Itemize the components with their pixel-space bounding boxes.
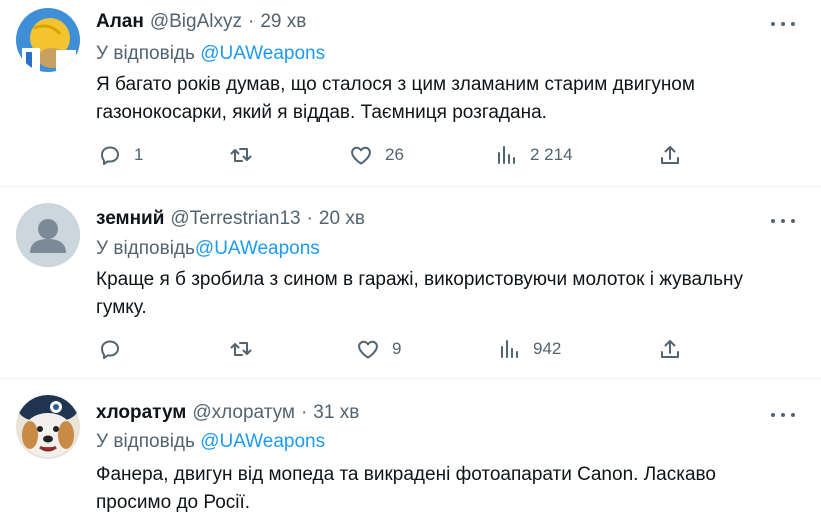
avatar[interactable] bbox=[16, 395, 80, 459]
share-button[interactable] bbox=[658, 337, 682, 361]
views-icon bbox=[498, 146, 515, 164]
retweet-button[interactable] bbox=[229, 143, 253, 167]
timestamp[interactable]: 20 хв bbox=[319, 208, 365, 230]
tweet-text: Фанера, двигун від мопеда та викрадені ф… bbox=[96, 464, 716, 513]
views-button[interactable]: 2 214 bbox=[494, 143, 573, 167]
author-name[interactable]: земний bbox=[96, 208, 164, 230]
share-icon bbox=[661, 146, 679, 164]
views-button[interactable]: 942 bbox=[497, 337, 561, 361]
reply-mention-link[interactable]: @UAWeapons bbox=[195, 238, 320, 259]
reply-count: 1 bbox=[134, 145, 144, 164]
author-name[interactable]: хлоратум bbox=[96, 402, 186, 424]
retweet-icon bbox=[230, 342, 252, 356]
heart-icon bbox=[351, 146, 371, 165]
reply-context: У відповідь @UAWeapons bbox=[96, 43, 325, 65]
views-icon bbox=[501, 340, 518, 358]
author-handle[interactable]: @хлоратум bbox=[192, 402, 295, 424]
reply-prefix: У відповідь bbox=[96, 238, 195, 259]
share-icon bbox=[661, 340, 679, 358]
reply-icon bbox=[101, 340, 119, 359]
like-count: 9 bbox=[392, 339, 402, 358]
tweet-text: Я багато років думав, що сталося з цим з… bbox=[96, 74, 695, 123]
reply-icon bbox=[101, 146, 119, 165]
avatar-image bbox=[16, 395, 80, 459]
tweet[interactable]: хлоратум @хлоратум · 31 хв У відповідь @… bbox=[0, 379, 821, 527]
author-name[interactable]: Алан bbox=[96, 11, 144, 33]
reply-mention-link[interactable]: @UAWeapons bbox=[200, 43, 325, 64]
reply-mention-link[interactable]: @UAWeapons bbox=[200, 431, 325, 452]
tweet-header: Алан @BigAlxyz · 29 хв bbox=[96, 11, 306, 33]
reply-context: У відповідь@UAWeapons bbox=[96, 238, 320, 260]
like-count: 26 bbox=[385, 145, 404, 164]
reply-prefix: У відповідь bbox=[96, 43, 195, 64]
like-button[interactable]: 9 bbox=[356, 337, 401, 361]
author-handle[interactable]: @Terrestrian13 bbox=[170, 208, 300, 230]
retweet-button[interactable] bbox=[229, 337, 253, 361]
reply-prefix: У відповідь bbox=[96, 431, 195, 452]
tweet-text: Краще я б зробила з сином в гаражі, вико… bbox=[96, 269, 744, 318]
tweet[interactable]: земний @Terrestrian13 · 20 хв У відповід… bbox=[0, 187, 821, 377]
avatar[interactable] bbox=[16, 203, 80, 267]
separator: · bbox=[248, 11, 255, 32]
tweet-header: хлоратум @хлоратум · 31 хв bbox=[96, 402, 359, 424]
share-button[interactable] bbox=[658, 143, 682, 167]
timestamp[interactable]: 29 хв bbox=[260, 11, 306, 33]
heart-icon bbox=[358, 340, 378, 359]
default-avatar-icon bbox=[16, 203, 80, 267]
tweet[interactable]: Алан @BigAlxyz · 29 хв У відповідь @UAWe… bbox=[0, 0, 821, 186]
more-icon[interactable] bbox=[771, 20, 795, 28]
retweet-icon bbox=[230, 148, 252, 162]
reply-button[interactable] bbox=[98, 337, 122, 361]
reply-context: У відповідь @UAWeapons bbox=[96, 431, 325, 453]
tweet-header: земний @Terrestrian13 · 20 хв bbox=[96, 208, 365, 230]
views-count: 942 bbox=[533, 339, 562, 358]
reply-button[interactable]: 1 bbox=[98, 143, 143, 167]
more-icon[interactable] bbox=[771, 217, 795, 225]
author-handle[interactable]: @BigAlxyz bbox=[150, 11, 242, 33]
like-button[interactable]: 26 bbox=[349, 143, 404, 167]
separator: · bbox=[300, 402, 308, 423]
separator: · bbox=[306, 208, 313, 229]
views-count: 2 214 bbox=[530, 145, 573, 164]
more-icon[interactable] bbox=[771, 411, 795, 419]
timestamp[interactable]: 31 хв bbox=[313, 402, 359, 424]
avatar-image bbox=[16, 8, 80, 72]
avatar[interactable] bbox=[16, 8, 80, 72]
